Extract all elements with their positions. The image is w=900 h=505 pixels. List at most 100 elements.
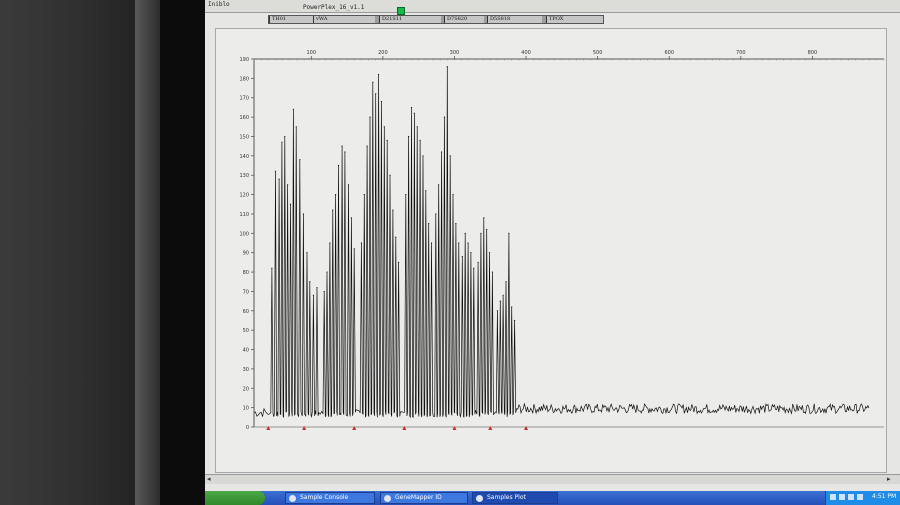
y-tick-label: 140 bbox=[239, 154, 249, 160]
peak-point bbox=[366, 145, 368, 147]
peak-point bbox=[425, 190, 427, 192]
volume-icon[interactable] bbox=[839, 494, 845, 500]
marker-th01[interactable]: TH01 bbox=[269, 16, 313, 23]
plot-header: Iniblo PowerPlex_16_v1.1 bbox=[205, 0, 900, 15]
peak-point bbox=[410, 106, 413, 109]
peak-point bbox=[449, 155, 451, 157]
peak-point bbox=[438, 184, 440, 186]
task-sample-console[interactable]: Sample Console bbox=[285, 492, 375, 504]
status-indicator-icon[interactable] bbox=[397, 7, 405, 15]
y-tick-label: 50 bbox=[243, 328, 249, 334]
y-tick-label: 40 bbox=[243, 348, 249, 354]
update-icon[interactable] bbox=[857, 494, 863, 500]
y-tick-label: 70 bbox=[243, 289, 249, 295]
peak-point bbox=[281, 141, 283, 143]
horizontal-scrollbar[interactable]: ◂ ▸ bbox=[205, 474, 900, 484]
app-icon bbox=[476, 495, 483, 502]
marker-bar: TH01 vWA D21S11 D7S820 D5S818 TPOX bbox=[268, 15, 604, 24]
y-tick-label: 150 bbox=[239, 134, 249, 140]
scroll-left-icon[interactable]: ◂ bbox=[207, 475, 211, 484]
peak-point bbox=[430, 242, 433, 244]
monitor-bezel bbox=[160, 0, 210, 505]
peak-point bbox=[335, 193, 337, 196]
y-tick-label: 180 bbox=[239, 76, 249, 82]
peak-point bbox=[491, 271, 493, 273]
task-label: Sample Console bbox=[300, 494, 349, 501]
peak-point bbox=[369, 116, 371, 118]
peak-point bbox=[416, 126, 418, 128]
y-tick-label: 60 bbox=[243, 309, 249, 315]
task-label: Samples Plot bbox=[487, 494, 526, 501]
peak-point bbox=[470, 252, 472, 254]
x-tick-label: 200 bbox=[378, 50, 388, 56]
y-tick-label: 130 bbox=[239, 173, 249, 179]
x-tick-label: 300 bbox=[450, 50, 460, 56]
peak-point bbox=[337, 164, 340, 167]
peak-point bbox=[278, 178, 280, 180]
peak-point bbox=[309, 281, 311, 283]
y-tick-label: 160 bbox=[239, 115, 249, 121]
monitor-screen: Iniblo PowerPlex_16_v1.1 TH01 vWA D21S11… bbox=[205, 0, 900, 505]
peak-point bbox=[455, 223, 457, 225]
peak-point bbox=[389, 174, 391, 176]
peak-point bbox=[440, 151, 443, 153]
peak-point bbox=[508, 232, 510, 234]
peak-point bbox=[332, 209, 334, 211]
start-button[interactable] bbox=[205, 491, 265, 505]
peak-point bbox=[289, 203, 292, 205]
security-icon[interactable] bbox=[848, 494, 854, 500]
marker-tpox[interactable]: TPOX bbox=[546, 16, 603, 23]
peak-point bbox=[458, 242, 460, 244]
marker-d21s11[interactable]: D21S11 bbox=[379, 16, 441, 23]
electropherogram-panel[interactable]: 0 10 20 30 40 50 60 70 80 90 100 110 120 130 140 150 160… bbox=[215, 28, 887, 473]
y-tick-label: 90 bbox=[243, 251, 249, 257]
marker-vwa[interactable]: vWA bbox=[313, 16, 375, 23]
sample-name: Iniblo bbox=[208, 1, 230, 8]
peak-point bbox=[316, 286, 318, 289]
peak-point bbox=[473, 267, 475, 269]
marker-d7s820[interactable]: D7S820 bbox=[444, 16, 484, 23]
peak-point bbox=[274, 170, 277, 172]
scroll-right-icon[interactable]: ▸ bbox=[887, 475, 891, 484]
peak-point bbox=[386, 139, 388, 141]
y-tick-label: 30 bbox=[243, 367, 249, 373]
peak-point bbox=[363, 193, 365, 196]
peak-point bbox=[323, 290, 325, 293]
peak-point bbox=[398, 261, 400, 263]
marker-d5s818[interactable]: D5S818 bbox=[487, 16, 542, 23]
peak-point bbox=[326, 271, 328, 273]
peak-point bbox=[461, 255, 463, 258]
peak-point bbox=[502, 294, 504, 296]
peak-point bbox=[344, 151, 346, 153]
electropherogram-chart[interactable]: 0 10 20 30 40 50 60 70 80 90 100 110 120 130 140 150 160… bbox=[216, 29, 888, 474]
peak-point bbox=[435, 213, 437, 215]
peak-point bbox=[446, 66, 448, 68]
y-tick-label: 20 bbox=[243, 386, 249, 392]
task-genemapper[interactable]: GeneMapper ID bbox=[380, 492, 468, 504]
peak-point bbox=[408, 135, 410, 138]
peak-point bbox=[443, 116, 446, 118]
peak-point bbox=[302, 213, 304, 215]
peak-point bbox=[347, 184, 350, 186]
x-tick-label: 100 bbox=[306, 50, 316, 56]
y-tick-label: 0 bbox=[246, 425, 249, 431]
peak-point bbox=[483, 217, 485, 219]
peak-point bbox=[287, 184, 289, 186]
app-icon bbox=[289, 495, 296, 502]
trace-line bbox=[253, 66, 870, 419]
peak-point bbox=[422, 155, 424, 157]
network-icon[interactable] bbox=[830, 494, 836, 500]
peak-point bbox=[306, 252, 308, 254]
peak-point bbox=[486, 228, 488, 231]
peak-point bbox=[428, 223, 430, 225]
task-samples-plot[interactable]: Samples Plot bbox=[472, 492, 558, 504]
x-tick-label: 700 bbox=[736, 50, 746, 56]
system-tray: 4:51 PM bbox=[825, 491, 900, 505]
peak-point bbox=[380, 101, 383, 103]
run-name: PowerPlex_16_v1.1 bbox=[303, 4, 365, 11]
peak-point bbox=[329, 242, 331, 244]
peak-point bbox=[350, 217, 352, 219]
y-tick-label: 80 bbox=[243, 270, 249, 276]
peak-point bbox=[375, 93, 377, 95]
app-icon bbox=[384, 495, 391, 502]
